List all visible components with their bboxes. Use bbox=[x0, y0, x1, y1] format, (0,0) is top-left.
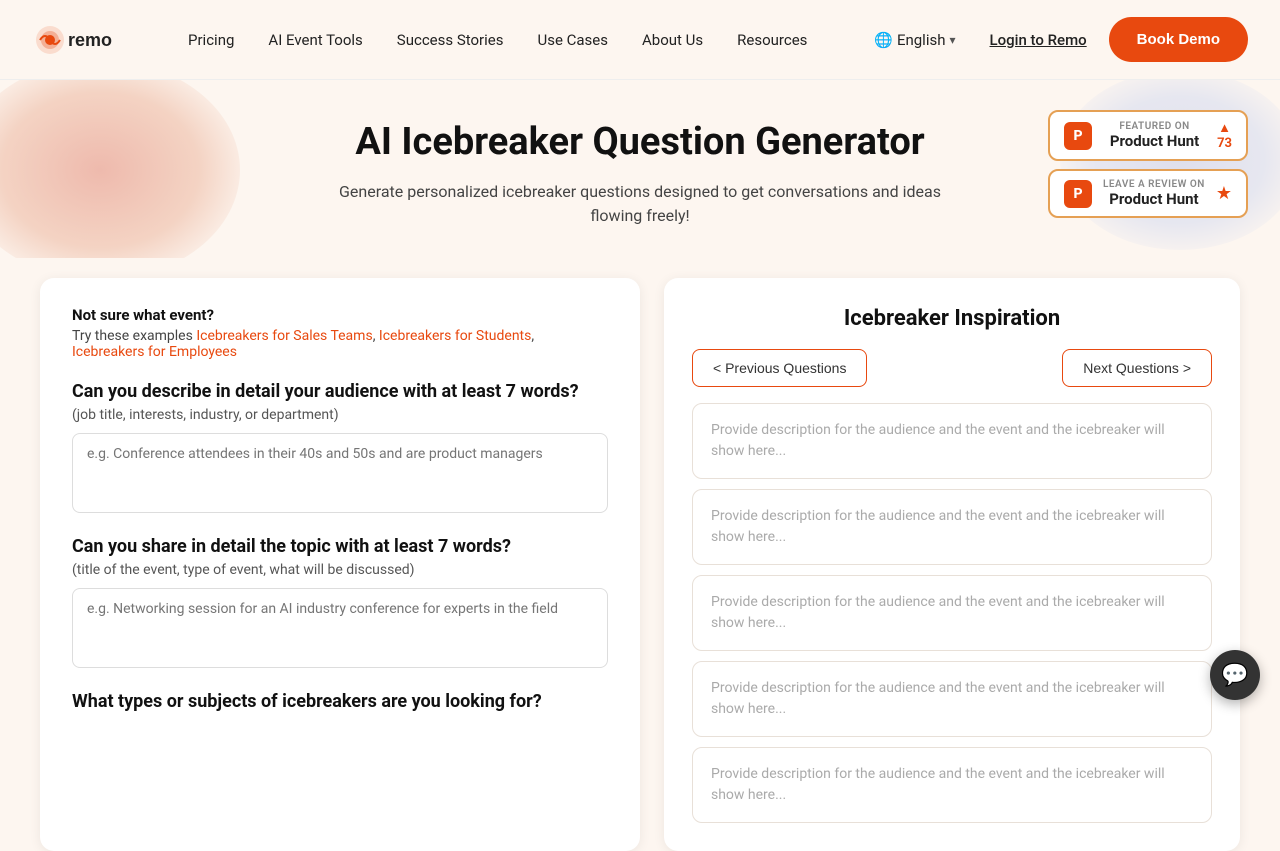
main-content: Not sure what event? Try these examples … bbox=[0, 278, 1280, 851]
hero-subtitle: Generate personalized icebreaker questio… bbox=[330, 180, 950, 228]
nav-right: 🌐 English ▾ Login to Remo Book Demo bbox=[862, 17, 1248, 62]
language-selector[interactable]: 🌐 English ▾ bbox=[862, 23, 967, 57]
product-hunt-badges: P FEATURED ON Product Hunt ▲ 73 P LEAVE … bbox=[1048, 110, 1248, 218]
logo[interactable]: remo bbox=[32, 22, 142, 58]
inspiration-card: Provide description for the audience and… bbox=[692, 403, 1212, 479]
hero-section: AI Icebreaker Question Generator Generat… bbox=[0, 80, 1280, 258]
nav-pricing[interactable]: Pricing bbox=[174, 23, 248, 57]
not-sure-title: Not sure what event? bbox=[72, 306, 608, 324]
question1-hint: (job title, interests, industry, or depa… bbox=[72, 407, 608, 423]
globe-icon: 🌐 bbox=[874, 31, 893, 49]
ph-logo-1: P bbox=[1064, 122, 1092, 150]
chevron-down-icon: ▾ bbox=[949, 33, 955, 47]
ph-vote-count: ▲ 73 bbox=[1217, 120, 1232, 151]
inspiration-card-text: Provide description for the audience and… bbox=[711, 506, 1193, 548]
ph-featured-label: FEATURED ON bbox=[1102, 121, 1207, 132]
next-questions-button[interactable]: Next Questions > bbox=[1062, 349, 1212, 387]
inspiration-cards: Provide description for the audience and… bbox=[692, 403, 1212, 823]
inspiration-card-text: Provide description for the audience and… bbox=[711, 420, 1193, 462]
example-link-sales[interactable]: Icebreakers for Sales Teams bbox=[196, 328, 372, 344]
nav-about-us[interactable]: About Us bbox=[628, 23, 717, 57]
example-link-students[interactable]: Icebreakers for Students bbox=[379, 328, 531, 344]
nav-ai-event-tools[interactable]: AI Event Tools bbox=[254, 23, 376, 57]
language-label: English bbox=[897, 31, 946, 49]
question2-hint: (title of the event, type of event, what… bbox=[72, 562, 608, 578]
inspiration-card: Provide description for the audience and… bbox=[692, 747, 1212, 823]
nav-buttons: < Previous Questions Next Questions > bbox=[692, 349, 1212, 387]
not-sure-box: Not sure what event? Try these examples … bbox=[72, 306, 608, 360]
question1-label: Can you describe in detail your audience… bbox=[72, 380, 608, 403]
inspiration-card-text: Provide description for the audience and… bbox=[711, 678, 1193, 720]
ph-logo-2: P bbox=[1064, 180, 1092, 208]
ph-count-value: 73 bbox=[1217, 136, 1232, 151]
inspiration-card-text: Provide description for the audience and… bbox=[711, 764, 1193, 806]
navbar: remo Pricing AI Event Tools Success Stor… bbox=[0, 0, 1280, 80]
example-link-employees[interactable]: Icebreakers for Employees bbox=[72, 344, 237, 360]
ph-badge-review[interactable]: P LEAVE A REVIEW ON Product Hunt ★ bbox=[1048, 169, 1248, 218]
ph-text-review: LEAVE A REVIEW ON Product Hunt bbox=[1102, 179, 1206, 208]
svg-text:remo: remo bbox=[68, 30, 112, 50]
nav-resources[interactable]: Resources bbox=[723, 23, 821, 57]
inspiration-panel: Icebreaker Inspiration < Previous Questi… bbox=[664, 278, 1240, 851]
ph-text-featured: FEATURED ON Product Hunt bbox=[1102, 121, 1207, 150]
chat-bubble[interactable]: 💬 bbox=[1210, 650, 1260, 700]
prev-questions-button[interactable]: < Previous Questions bbox=[692, 349, 867, 387]
inspiration-card-text: Provide description for the audience and… bbox=[711, 592, 1193, 634]
inspiration-title: Icebreaker Inspiration bbox=[692, 306, 1212, 331]
not-sure-text: Try these examples Icebreakers for Sales… bbox=[72, 328, 608, 360]
ph-badge-featured[interactable]: P FEATURED ON Product Hunt ▲ 73 bbox=[1048, 110, 1248, 161]
inspiration-card: Provide description for the audience and… bbox=[692, 661, 1212, 737]
ph-star-icon: ★ bbox=[1216, 183, 1232, 204]
nav-links: Pricing AI Event Tools Success Stories U… bbox=[174, 23, 862, 57]
ph-review-label: LEAVE A REVIEW ON bbox=[1102, 179, 1206, 190]
inspiration-card: Provide description for the audience and… bbox=[692, 489, 1212, 565]
ph-review-name: Product Hunt bbox=[1102, 190, 1206, 208]
book-demo-button[interactable]: Book Demo bbox=[1109, 17, 1248, 62]
nav-use-cases[interactable]: Use Cases bbox=[523, 23, 622, 57]
ph-arrow-up-icon: ▲ bbox=[1218, 120, 1231, 136]
inspiration-card: Provide description for the audience and… bbox=[692, 575, 1212, 651]
topic-input[interactable] bbox=[72, 588, 608, 668]
ph-featured-name: Product Hunt bbox=[1102, 132, 1207, 150]
question2-label: Can you share in detail the topic with a… bbox=[72, 535, 608, 558]
audience-input[interactable] bbox=[72, 433, 608, 513]
chat-icon: 💬 bbox=[1221, 663, 1248, 688]
form-panel: Not sure what event? Try these examples … bbox=[40, 278, 640, 851]
nav-success-stories[interactable]: Success Stories bbox=[383, 23, 518, 57]
login-link[interactable]: Login to Remo bbox=[976, 23, 1101, 57]
question3-label: What types or subjects of icebreakers ar… bbox=[72, 690, 608, 713]
